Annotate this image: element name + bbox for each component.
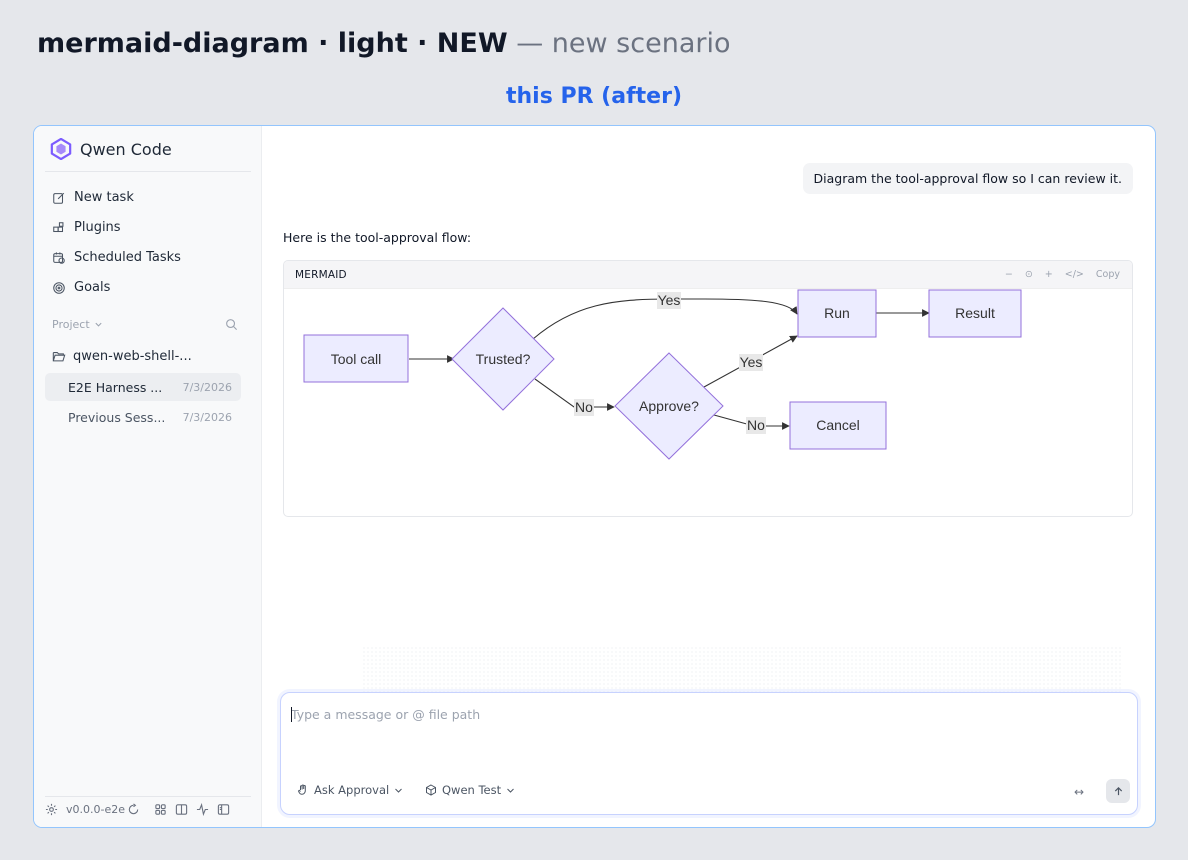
user-message: Diagram the tool-approval flow so I can … <box>802 163 1133 194</box>
zoom-in-button[interactable]: + <box>1045 269 1053 280</box>
copy-button[interactable]: Copy <box>1096 269 1120 280</box>
model-dropdown[interactable]: Qwen Test <box>425 783 515 797</box>
project-dropdown[interactable]: Project <box>52 318 103 331</box>
puzzle-icon <box>53 221 64 232</box>
brand[interactable]: Qwen Code <box>50 138 172 160</box>
activity-icon[interactable] <box>196 803 209 816</box>
view-source-button[interactable]: </> <box>1065 269 1084 280</box>
nav-plugins[interactable]: Plugins <box>52 220 121 235</box>
edge-label-trusted-yes: Yes <box>658 292 681 308</box>
nav-label: New task <box>74 190 134 205</box>
edit-icon <box>53 192 65 204</box>
page-heading: mermaid-diagram · light · NEW — new scen… <box>37 28 731 59</box>
gear-icon[interactable] <box>45 803 58 816</box>
zoom-out-button[interactable]: − <box>1005 269 1013 280</box>
session-title: E2E Harness ... <box>68 379 163 395</box>
background-pattern <box>362 646 1122 692</box>
mermaid-header: MERMAID − ⊙ + </> Copy <box>284 261 1132 289</box>
version-label: v0.0.0-e2e <box>66 803 126 816</box>
message-input[interactable] <box>291 707 1111 722</box>
mermaid-label: MERMAID <box>295 269 347 281</box>
nav-label: Scheduled Tasks <box>74 250 181 265</box>
session-item[interactable]: Previous Sess... 7/3/2026 <box>45 403 241 431</box>
nav-label: Goals <box>74 280 111 295</box>
session-item[interactable]: E2E Harness ... 7/3/2026 <box>45 373 241 401</box>
page-subtitle: new scenario <box>551 28 731 59</box>
edge-label-trusted-no: No <box>575 399 593 415</box>
node-approve-label: Approve? <box>639 398 699 414</box>
node-tool-call-label: Tool call <box>331 351 382 367</box>
composer: Ask Approval Qwen Test ↔ <box>280 692 1138 815</box>
variant-label: this PR (after) <box>505 84 682 109</box>
page-title: mermaid-diagram · light · NEW <box>37 28 508 59</box>
assistant-message: Here is the tool-approval flow: <box>283 230 472 245</box>
app-window: Qwen Code New task Plugins Scheduled Tas… <box>33 125 1156 828</box>
expand-icon[interactable]: ↔ <box>1074 785 1084 799</box>
nav-scheduled-tasks[interactable]: Scheduled Tasks <box>52 250 181 265</box>
text-caret <box>291 707 292 722</box>
grid-icon[interactable] <box>154 803 167 816</box>
nav-new-task[interactable]: New task <box>52 190 134 205</box>
node-result-label: Result <box>955 305 995 321</box>
refresh-icon[interactable] <box>127 803 140 816</box>
panel-icon[interactable] <box>217 803 230 816</box>
nav-label: Plugins <box>74 220 121 235</box>
zoom-reset-button[interactable]: ⊙ <box>1025 269 1033 280</box>
nav-goals[interactable]: Goals <box>52 280 110 295</box>
search-icon[interactable] <box>225 318 238 331</box>
node-trusted-label: Trusted? <box>476 351 531 367</box>
main-panel: Diagram the tool-approval flow so I can … <box>262 126 1155 827</box>
session-date: 7/3/2026 <box>182 380 232 394</box>
mermaid-block: MERMAID − ⊙ + </> Copy Tool call Trusted… <box>283 260 1133 517</box>
session-date: 7/3/2026 <box>182 410 232 424</box>
approval-mode-dropdown[interactable]: Ask Approval <box>297 783 403 797</box>
sidebar: Qwen Code New task Plugins Scheduled Tas… <box>34 126 262 827</box>
folder-name: qwen-web-shell-... <box>73 349 192 364</box>
folder-open-icon <box>52 352 66 362</box>
sidebar-footer: v0.0.0-e2e <box>45 796 251 816</box>
session-title: Previous Sess... <box>68 409 166 425</box>
arrow-up-icon <box>1114 786 1122 795</box>
qwen-logo-icon <box>50 138 72 160</box>
flowchart-diagram: Tool call Trusted? Approve? Run Result C… <box>303 289 1022 460</box>
chevron-down-icon <box>395 788 403 793</box>
heading-separator: — <box>516 28 544 59</box>
calendar-clock-icon <box>53 251 65 264</box>
cube-icon <box>426 784 436 796</box>
model-label: Qwen Test <box>442 783 502 797</box>
chevron-down-icon <box>507 788 514 793</box>
divider <box>45 171 251 172</box>
project-label: Project <box>52 318 90 331</box>
approval-mode-label: Ask Approval <box>314 783 390 797</box>
edge-label-approve-no: No <box>747 417 765 433</box>
mermaid-toolbar: − ⊙ + </> Copy <box>1005 269 1120 280</box>
send-button[interactable] <box>1106 779 1130 803</box>
node-run-label: Run <box>824 305 850 321</box>
hand-icon <box>297 784 306 795</box>
edge-label-approve-yes: Yes <box>740 354 763 370</box>
split-view-icon[interactable] <box>175 803 188 816</box>
chevron-down-icon <box>95 322 102 327</box>
node-cancel-label: Cancel <box>816 417 860 433</box>
brand-name: Qwen Code <box>80 139 172 159</box>
project-folder[interactable]: qwen-web-shell-... <box>52 349 192 364</box>
target-icon <box>53 281 65 294</box>
